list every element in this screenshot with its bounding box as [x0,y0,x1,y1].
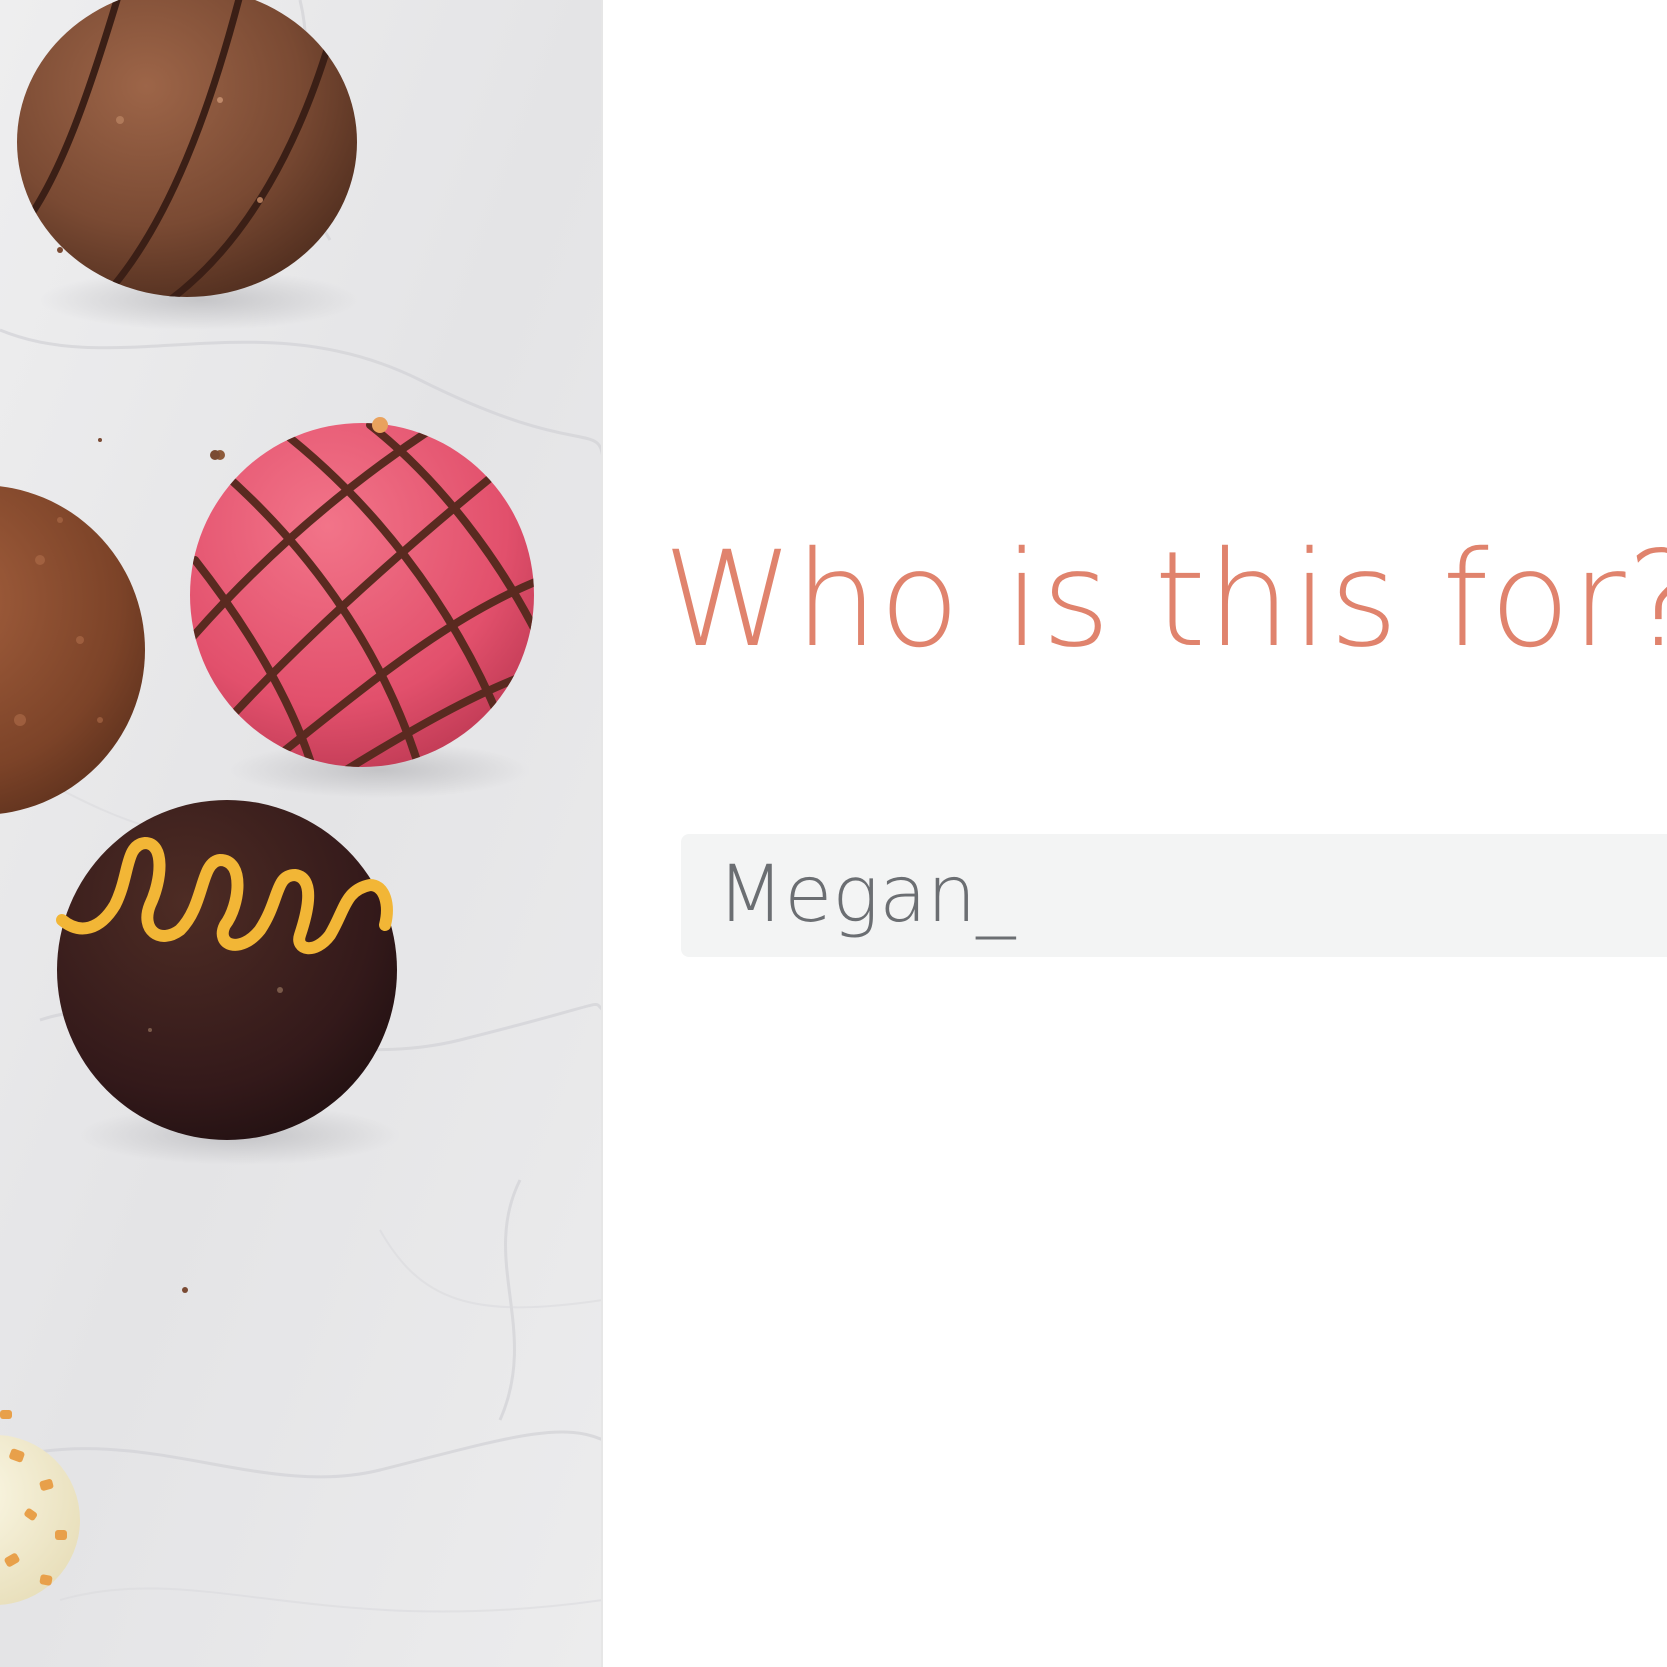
truffle-photo [0,0,603,1667]
recipient-name-input[interactable] [681,834,1667,957]
page: Who is this for? [0,0,1667,1667]
truffle-illustration [0,0,601,1667]
question-heading: Who is this for? [663,523,1667,677]
